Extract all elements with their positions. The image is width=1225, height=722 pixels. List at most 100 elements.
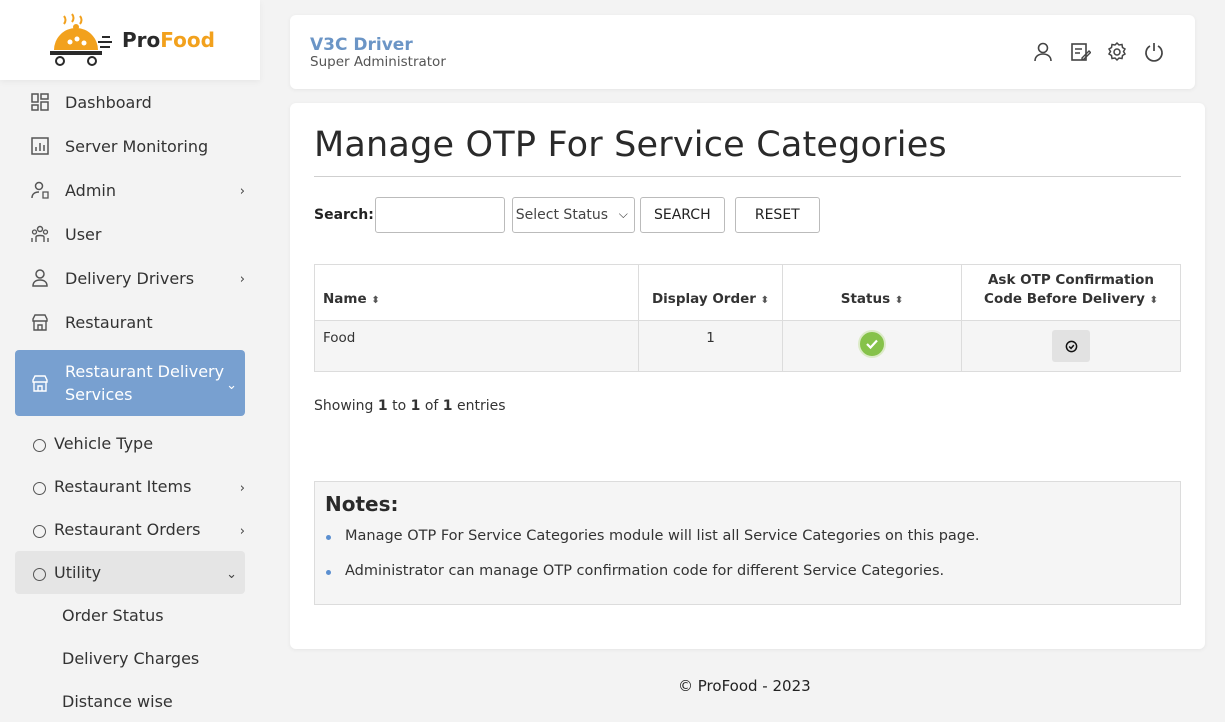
search-label: Search: [314, 207, 374, 223]
showing-of-word: of [424, 398, 439, 414]
sidebar-item-label: Restaurant Delivery Services [65, 362, 225, 404]
header-actions [1032, 41, 1165, 63]
sidebar-item-restaurant[interactable]: Restaurant [15, 300, 245, 344]
active-check-icon[interactable] [858, 330, 886, 358]
sidebar-item-label: Server Monitoring [65, 136, 209, 156]
profile-icon[interactable] [1032, 41, 1054, 63]
sidebar-subitem-restaurant-items[interactable]: Restaurant Items › [15, 465, 245, 508]
sidebar-subitem-label: Restaurant Orders [54, 520, 201, 539]
top-header: V3C Driver Super Administrator [290, 15, 1195, 89]
sidebar-subitem-utility[interactable]: Utility ⌄ [15, 551, 245, 594]
sidebar-utility-delivery-charges[interactable]: Delivery Charges [15, 637, 245, 680]
column-header-name[interactable]: Name ⬍ [314, 264, 639, 321]
sidebar-item-label: Delivery Drivers [65, 268, 195, 288]
store-icon [31, 374, 49, 392]
sidebar-utility-label: Distance wise [62, 692, 173, 711]
circle-icon [33, 525, 46, 538]
search-button[interactable]: SEARCH [639, 197, 725, 233]
categories-table: Name ⬍ Display Order ⬍ Status ⬍ Ask OTP … [314, 264, 1181, 372]
sidebar-utility-label: Delivery Charges [62, 649, 200, 668]
power-icon[interactable] [1143, 41, 1165, 63]
showing-total: 1 [442, 398, 453, 414]
column-header-label: Status [840, 291, 891, 307]
sidebar-item-restaurant-delivery-services[interactable]: Restaurant Delivery Services ⌄ [15, 350, 245, 416]
showing-to-word: to [392, 398, 407, 414]
logo-cloche-icon [50, 13, 112, 66]
sidebar-subitem-vehicle-type[interactable]: Vehicle Type [15, 422, 245, 465]
sidebar-utility-order-status[interactable]: Order Status [15, 594, 245, 637]
sidebar-utility-label: Order Status [62, 606, 164, 625]
sidebar-item-dashboard[interactable]: Dashboard [15, 80, 245, 124]
notes-list: Manage OTP For Service Categories module… [326, 528, 980, 598]
driver-icon [31, 269, 49, 287]
column-header-ask-otp[interactable]: Ask OTP Confirmation Code Before Deliver… [961, 264, 1181, 321]
note-item: Manage OTP For Service Categories module… [326, 528, 980, 563]
dashboard-icon [31, 93, 49, 111]
sidebar-item-user[interactable]: User [15, 212, 245, 256]
column-header-display-order[interactable]: Display Order ⬍ [638, 264, 783, 321]
sidebar-item-server-monitoring[interactable]: Server Monitoring [15, 124, 245, 168]
circle-icon [33, 482, 46, 495]
logo[interactable]: ProFood [0, 0, 260, 80]
showing-to: 1 [410, 398, 421, 414]
status-select[interactable]: Select Status ⌵ [511, 197, 635, 233]
column-header-status[interactable]: Status ⬍ [782, 264, 962, 321]
logo-text: ProFood [122, 28, 215, 52]
edit-icon[interactable] [1069, 41, 1091, 63]
chevron-right-icon: › [239, 523, 245, 539]
title-divider [314, 176, 1181, 177]
sidebar-item-label: Dashboard [65, 92, 152, 112]
cell-name: Food [314, 320, 639, 372]
note-item: Administrator can manage OTP confirmatio… [326, 563, 980, 598]
chevron-down-icon: ⌵ [618, 207, 628, 221]
chart-icon [31, 137, 49, 155]
chevron-down-icon: ⌄ [226, 377, 237, 393]
logo-text-food: Food [160, 28, 215, 52]
header-user-name: V3C Driver [310, 35, 413, 55]
page-title: Manage OTP For Service Categories [314, 125, 947, 165]
showing-suffix: entries [456, 398, 506, 414]
cell-display-order: 1 [638, 320, 783, 372]
header-user-role: Super Administrator [310, 54, 446, 70]
sidebar-item-admin[interactable]: Admin › [15, 168, 245, 212]
sort-icon: ⬍ [760, 295, 770, 306]
sidebar-subitem-restaurant-orders[interactable]: Restaurant Orders › [15, 508, 245, 551]
logo-text-pro: Pro [122, 28, 161, 52]
search-input[interactable] [374, 197, 505, 233]
footer-copyright: © ProFood - 2023 [678, 677, 811, 695]
chevron-down-icon: ⌄ [226, 566, 237, 582]
notes-panel: Notes: Manage OTP For Service Categories… [314, 481, 1181, 605]
sort-icon: ⬍ [371, 295, 380, 306]
otp-toggle-button[interactable] [1052, 330, 1090, 362]
reset-button[interactable]: RESET [734, 197, 820, 233]
chevron-right-icon: › [239, 272, 245, 287]
users-icon [31, 225, 49, 243]
sort-icon: ⬍ [1149, 295, 1158, 306]
column-header-label: Ask OTP Confirmation Code Before Deliver… [984, 272, 1155, 307]
cell-status [782, 320, 962, 372]
circle-icon [33, 568, 46, 581]
sidebar-utility-distance-wise[interactable]: Distance wise [15, 680, 245, 722]
search-bar: Search: Select Status ⌵ SEARCH RESET [314, 197, 820, 233]
user-shield-icon [31, 181, 49, 199]
column-header-label: Name [323, 291, 367, 307]
sidebar-item-label: Admin [65, 180, 116, 200]
sidebar: ProFood Dashboard Server Monitoring Admi… [0, 0, 260, 722]
settings-icon[interactable] [1106, 41, 1128, 63]
sidebar-item-label: User [65, 224, 102, 244]
sidebar-subitem-label: Restaurant Items [54, 477, 192, 496]
notes-title: Notes: [325, 492, 399, 516]
showing-prefix: Showing [314, 398, 374, 414]
store-icon [31, 313, 49, 331]
showing-from: 1 [377, 398, 388, 414]
sidebar-nav: Dashboard Server Monitoring Admin › User [15, 80, 245, 722]
sort-icon: ⬍ [894, 295, 904, 306]
sidebar-subitem-label: Vehicle Type [54, 434, 154, 453]
cell-ask-otp [961, 320, 1181, 372]
chevron-right-icon: › [239, 480, 245, 496]
check-circle-icon [1065, 340, 1077, 352]
main-card: Manage OTP For Service Categories Search… [290, 103, 1205, 649]
sidebar-item-delivery-drivers[interactable]: Delivery Drivers › [15, 256, 245, 300]
sidebar-item-label: Restaurant [65, 312, 153, 332]
table-info: Showing 1 to 1 of 1 entries [314, 398, 506, 414]
